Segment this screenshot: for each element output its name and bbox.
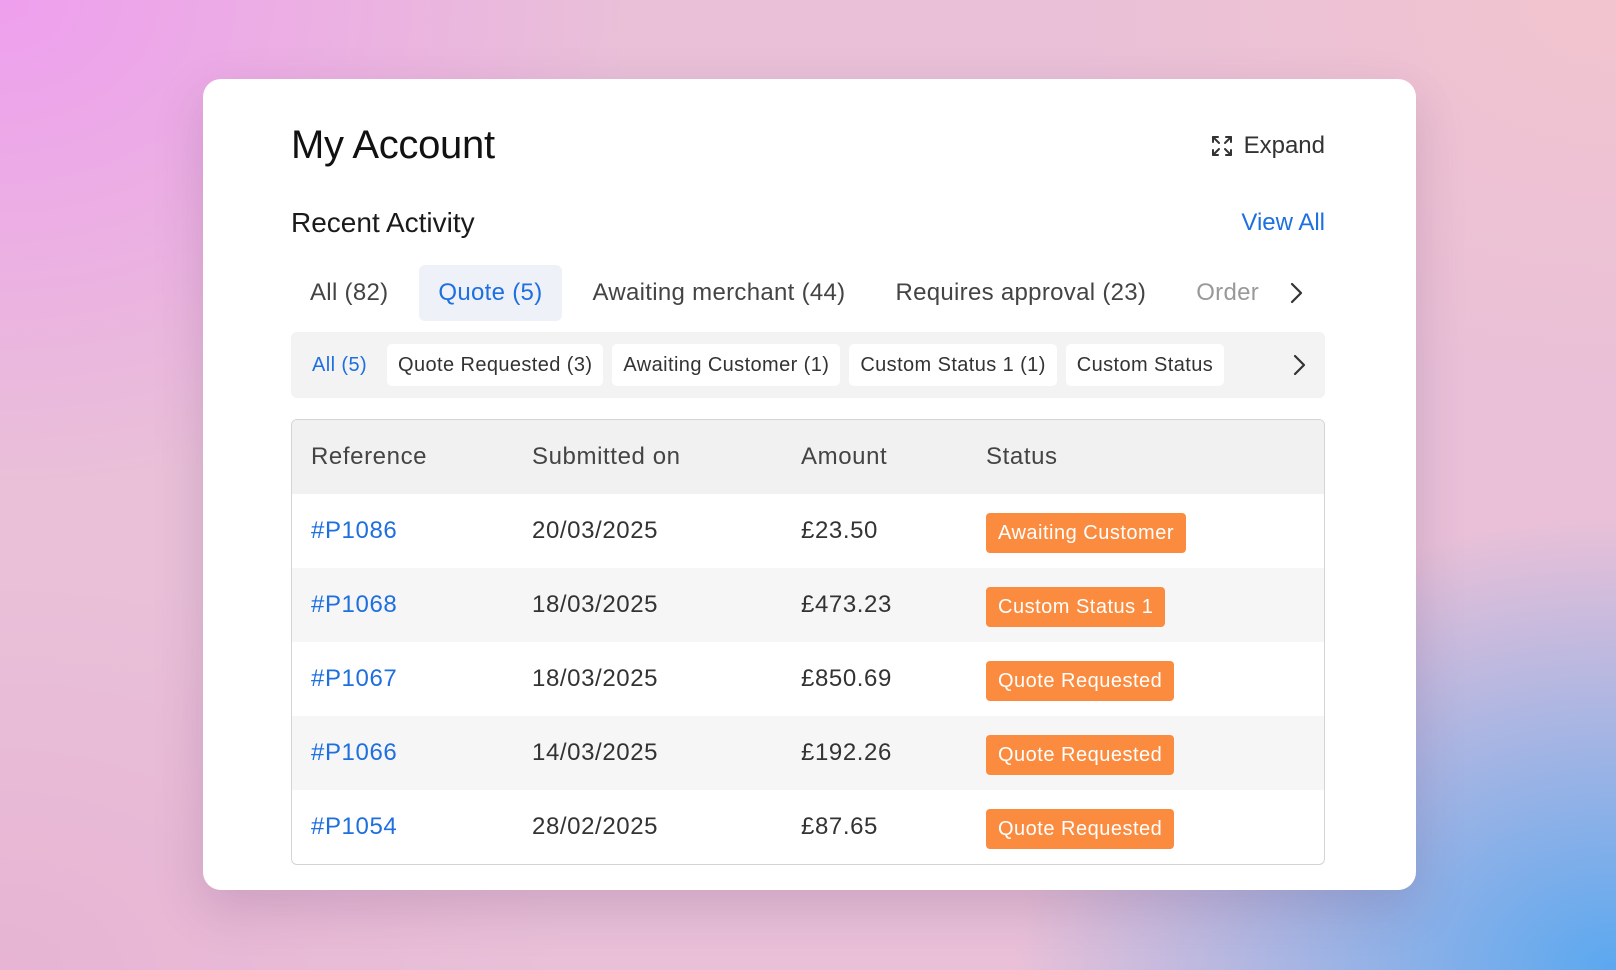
chevron-right-icon[interactable] xyxy=(1283,279,1309,307)
submitted-date: 28/02/2025 xyxy=(532,813,659,840)
reference-link[interactable]: #P1054 xyxy=(311,813,397,840)
table-header-row: Reference Submitted on Amount Status xyxy=(292,420,1324,494)
tab-quote[interactable]: Quote (5) xyxy=(419,265,562,321)
submitted-date: 18/03/2025 xyxy=(532,665,659,692)
tab-all[interactable]: All (82) xyxy=(291,265,407,321)
amount: £87.65 xyxy=(801,813,879,840)
status-badge: Quote Requested xyxy=(986,661,1175,701)
reference-link[interactable]: #P1066 xyxy=(311,739,397,766)
expand-label: Expand xyxy=(1243,131,1325,159)
status-tabs: All (82) Quote (5) Awaiting merchant (44) R… xyxy=(291,265,1325,321)
submitted-date: 14/03/2025 xyxy=(532,739,659,766)
table-row[interactable]: #P1068 18/03/2025 £473.23 Custom Status … xyxy=(292,568,1324,642)
recent-activity-header: Recent Activity View All xyxy=(291,207,1325,239)
submitted-date: 18/03/2025 xyxy=(532,591,659,618)
status-badge: Quote Requested xyxy=(986,809,1175,849)
reference-link[interactable]: #P1086 xyxy=(311,517,397,544)
subtab-custom-status[interactable]: Custom Status xyxy=(1065,344,1225,386)
subtab-custom-status-1[interactable]: Custom Status 1 (1) xyxy=(849,344,1057,386)
account-header: My Account Expand xyxy=(291,123,1325,168)
quote-subtabs: All (5) Quote Requested (3) Awaiting Custo… xyxy=(291,332,1325,398)
expand-button[interactable]: Expand xyxy=(1210,132,1325,160)
table-row[interactable]: #P1054 28/02/2025 £87.65 Quote Requested xyxy=(292,790,1324,864)
status-badge: Custom Status 1 xyxy=(986,587,1166,627)
amount: £473.23 xyxy=(801,591,892,618)
column-header-submitted: Submitted on xyxy=(532,443,681,470)
page-title: My Account xyxy=(291,123,495,167)
table-row[interactable]: #P1086 20/03/2025 £23.50 Awaiting Custom… xyxy=(292,494,1324,568)
table-row[interactable]: #P1067 18/03/2025 £850.69 Quote Requeste… xyxy=(292,642,1324,716)
submitted-date: 20/03/2025 xyxy=(532,517,659,544)
view-all-link[interactable]: View All xyxy=(1241,209,1325,237)
column-header-reference: Reference xyxy=(311,443,428,470)
reference-link[interactable]: #P1068 xyxy=(311,591,397,618)
reference-link[interactable]: #P1067 xyxy=(311,665,397,692)
status-badge: Quote Requested xyxy=(986,735,1175,775)
expand-icon xyxy=(1211,135,1232,156)
activity-table: Reference Submitted on Amount Status #P1… xyxy=(291,419,1325,865)
chevron-right-icon[interactable] xyxy=(1287,351,1311,379)
subtab-awaiting-customer[interactable]: Awaiting Customer (1) xyxy=(612,344,841,386)
subtab-all[interactable]: All (5) xyxy=(301,344,378,386)
amount: £23.50 xyxy=(801,517,879,544)
amount: £192.26 xyxy=(801,739,892,766)
tab-requires-approval[interactable]: Requires approval (23) xyxy=(876,265,1165,321)
section-title: Recent Activity xyxy=(291,207,475,238)
amount: £850.69 xyxy=(801,665,892,692)
column-header-status: Status xyxy=(986,443,1058,470)
subtab-quote-requested[interactable]: Quote Requested (3) xyxy=(387,344,604,386)
account-card: My Account Expand Recent Activity View A… xyxy=(203,79,1416,890)
table-row[interactable]: #P1066 14/03/2025 £192.26 Quote Requeste… xyxy=(292,716,1324,790)
column-header-amount: Amount xyxy=(801,443,888,470)
status-badge: Awaiting Customer xyxy=(986,513,1186,553)
tab-awaiting-merchant[interactable]: Awaiting merchant (44) xyxy=(574,265,865,321)
